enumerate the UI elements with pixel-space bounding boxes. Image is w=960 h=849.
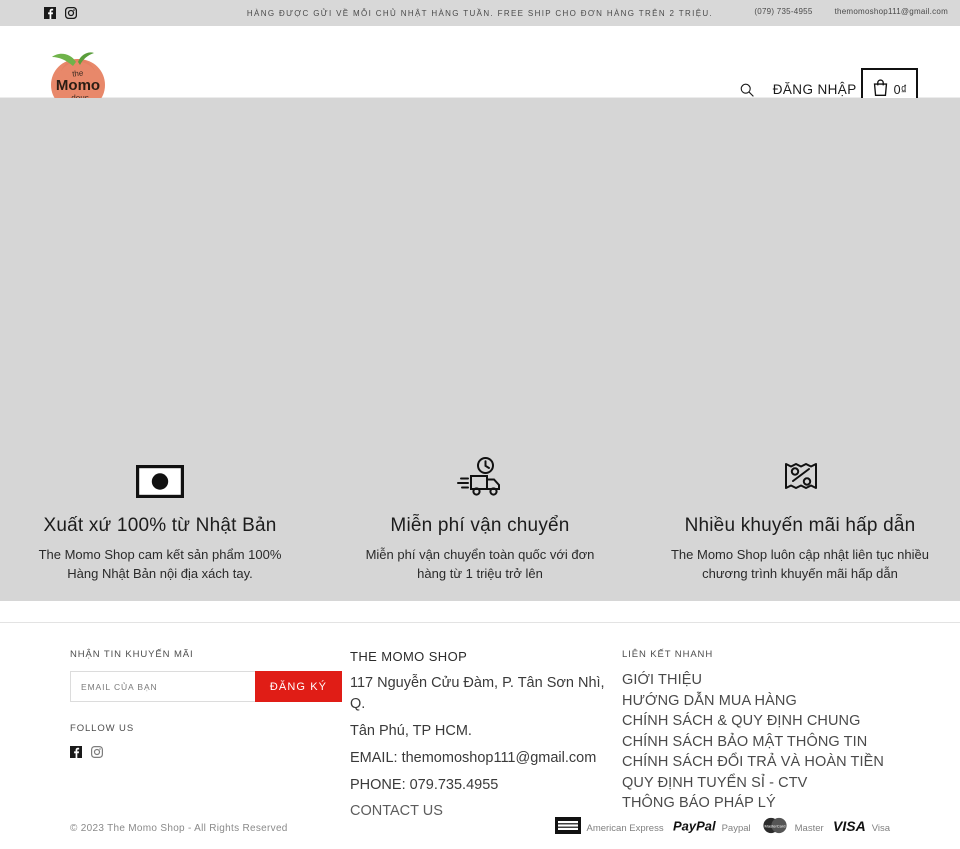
footer-address-line-2: Tân Phú, TP HCM.: [350, 723, 472, 739]
footer-info-column: THE MOMO SHOP 117 Nguyễn Cửu Đàm, P. Tân…: [350, 649, 622, 820]
newsletter-heading: NHẬN TIN KHUYẾN MÃI: [70, 649, 194, 660]
facebook-icon[interactable]: [70, 745, 82, 763]
main-content-area: Xuất xứ 100% từ Nhật Bản The Momo Shop c…: [0, 98, 960, 601]
announcement-social-links: [44, 6, 78, 20]
cart-total: 0₫: [893, 82, 907, 97]
search-icon[interactable]: [737, 80, 757, 100]
payment-methods: American Express PayPal Paypal MasterCar…: [555, 817, 890, 839]
feature-description: The Momo Shop luôn cập nhật liên tục nhi…: [670, 547, 929, 581]
quick-link[interactable]: CHÍNH SÁCH & QUY ĐỊNH CHUNG: [622, 713, 860, 729]
discount-tag-icon: [658, 448, 942, 498]
quick-links-heading: LIÊN KẾT NHANH: [622, 649, 714, 660]
quick-link[interactable]: THÔNG BÁO PHÁP LÝ: [622, 795, 776, 811]
payment-method: MasterCard Master: [760, 817, 824, 839]
footer-shop-name: THE MOMO SHOP: [350, 649, 468, 664]
announcement-contact: (079) 735-4955 themomoshop111@gmail.com: [754, 7, 948, 16]
payment-label: Visa: [871, 822, 890, 834]
email-input[interactable]: [70, 671, 255, 702]
delivery-truck-icon: [338, 448, 622, 498]
payment-label: American Express: [586, 822, 664, 834]
quick-link-item[interactable]: CHÍNH SÁCH ĐỔI TRẢ VÀ HOÀN TIỀN: [622, 753, 890, 773]
footer-address-line-1: 117 Nguyễn Cửu Đàm, P. Tân Sơn Nhì, Q.: [350, 675, 605, 712]
quick-link-item[interactable]: CHÍNH SÁCH & QUY ĐỊNH CHUNG: [622, 712, 890, 732]
quick-link[interactable]: GIỚI THIỆU: [622, 672, 702, 688]
amex-icon: [555, 817, 582, 839]
feature-list: Xuất xứ 100% từ Nhật Bản The Momo Shop c…: [0, 448, 960, 583]
login-link[interactable]: ĐĂNG NHẬP: [773, 82, 857, 97]
quick-link-item[interactable]: GIỚI THIỆU: [622, 671, 890, 691]
quick-link-item[interactable]: CHÍNH SÁCH BẢO MẬT THÔNG TIN: [622, 733, 890, 753]
feature-title: Miễn phí vận chuyển: [390, 515, 570, 536]
site-header: the Momo shop ĐĂNG NHẬP 0₫: [0, 26, 960, 111]
feature-title: Xuất xứ 100% từ Nhật Bản: [43, 515, 277, 536]
feature-title: Nhiều khuyến mãi hấp dẫn: [684, 515, 916, 536]
svg-text:PayPal: PayPal: [673, 819, 716, 834]
feature-description: The Momo Shop cam kết sản phẩm 100% Hàng…: [38, 547, 282, 581]
svg-text:MasterCard: MasterCard: [764, 824, 785, 829]
feature-description: Miễn phí vận chuyển toàn quốc với đơn hà…: [365, 547, 595, 581]
mastercard-icon: MasterCard: [760, 817, 790, 839]
paypal-icon: PayPal: [673, 817, 717, 839]
site-footer: NHẬN TIN KHUYẾN MÃI ĐĂNG KÝ FOLLOW US TH…: [0, 623, 960, 820]
payment-method: PayPal Paypal: [673, 817, 751, 839]
quick-link[interactable]: HƯỚNG DẪN MUA HÀNG: [622, 693, 797, 709]
follow-us-heading: FOLLOW US: [70, 723, 135, 734]
japan-flag-icon: [18, 448, 302, 498]
announcement-phone[interactable]: (079) 735-4955: [754, 7, 812, 16]
footer-email: EMAIL: themomoshop111@gmail.com: [350, 750, 597, 766]
svg-text:VISA: VISA: [833, 818, 866, 834]
instagram-icon[interactable]: [91, 745, 104, 763]
quick-link-item[interactable]: HƯỚNG DẪN MUA HÀNG: [622, 692, 890, 712]
feature-item: Miễn phí vận chuyển Miễn phí vận chuyển …: [320, 448, 640, 583]
newsletter-form: ĐĂNG KÝ: [70, 671, 342, 702]
announcement-bar: HÀNG ĐƯỢC GỬI VỀ MỖI CHỦ NHẬT HÀNG TUẦN.…: [0, 0, 960, 26]
quick-link[interactable]: CHÍNH SÁCH BẢO MẬT THÔNG TIN: [622, 734, 867, 750]
feature-item: Nhiều khuyến mãi hấp dẫn The Momo Shop l…: [640, 448, 960, 583]
footer-bottom-bar: © 2023 The Momo Shop - All Rights Reserv…: [0, 817, 960, 839]
feature-item: Xuất xứ 100% từ Nhật Bản The Momo Shop c…: [0, 448, 320, 583]
instagram-icon[interactable]: [64, 6, 78, 20]
announcement-email[interactable]: themomoshop111@gmail.com: [835, 7, 948, 16]
footer-phone: PHONE: 079.735.4955: [350, 777, 499, 793]
copyright-text: © 2023 The Momo Shop - All Rights Reserv…: [70, 822, 288, 834]
quick-link-item[interactable]: QUY ĐỊNH TUYỂN SỈ - CTV: [622, 774, 890, 794]
payment-label: Paypal: [721, 822, 751, 834]
payment-method: American Express: [555, 817, 664, 839]
footer-newsletter-column: NHẬN TIN KHUYẾN MÃI ĐĂNG KÝ FOLLOW US: [70, 649, 350, 820]
payment-label: Master: [794, 822, 824, 834]
facebook-icon[interactable]: [44, 6, 56, 19]
footer-social-links: [70, 745, 350, 763]
subscribe-button[interactable]: ĐĂNG KÝ: [255, 671, 342, 702]
payment-method: VISA Visa: [833, 817, 890, 839]
visa-icon: VISA: [833, 817, 867, 839]
footer-links-column: LIÊN KẾT NHANH GIỚI THIỆU HƯỚNG DẪN MUA …: [622, 649, 890, 820]
quick-link[interactable]: QUY ĐỊNH TUYỂN SỈ - CTV: [622, 775, 807, 791]
quick-link[interactable]: CHÍNH SÁCH ĐỔI TRẢ VÀ HOÀN TIỀN: [622, 754, 884, 770]
svg-text:Momo: Momo: [56, 77, 100, 94]
quick-links-list: GIỚI THIỆU HƯỚNG DẪN MUA HÀNG CHÍNH SÁCH…: [622, 671, 890, 814]
quick-link-item[interactable]: THÔNG BÁO PHÁP LÝ: [622, 794, 890, 814]
